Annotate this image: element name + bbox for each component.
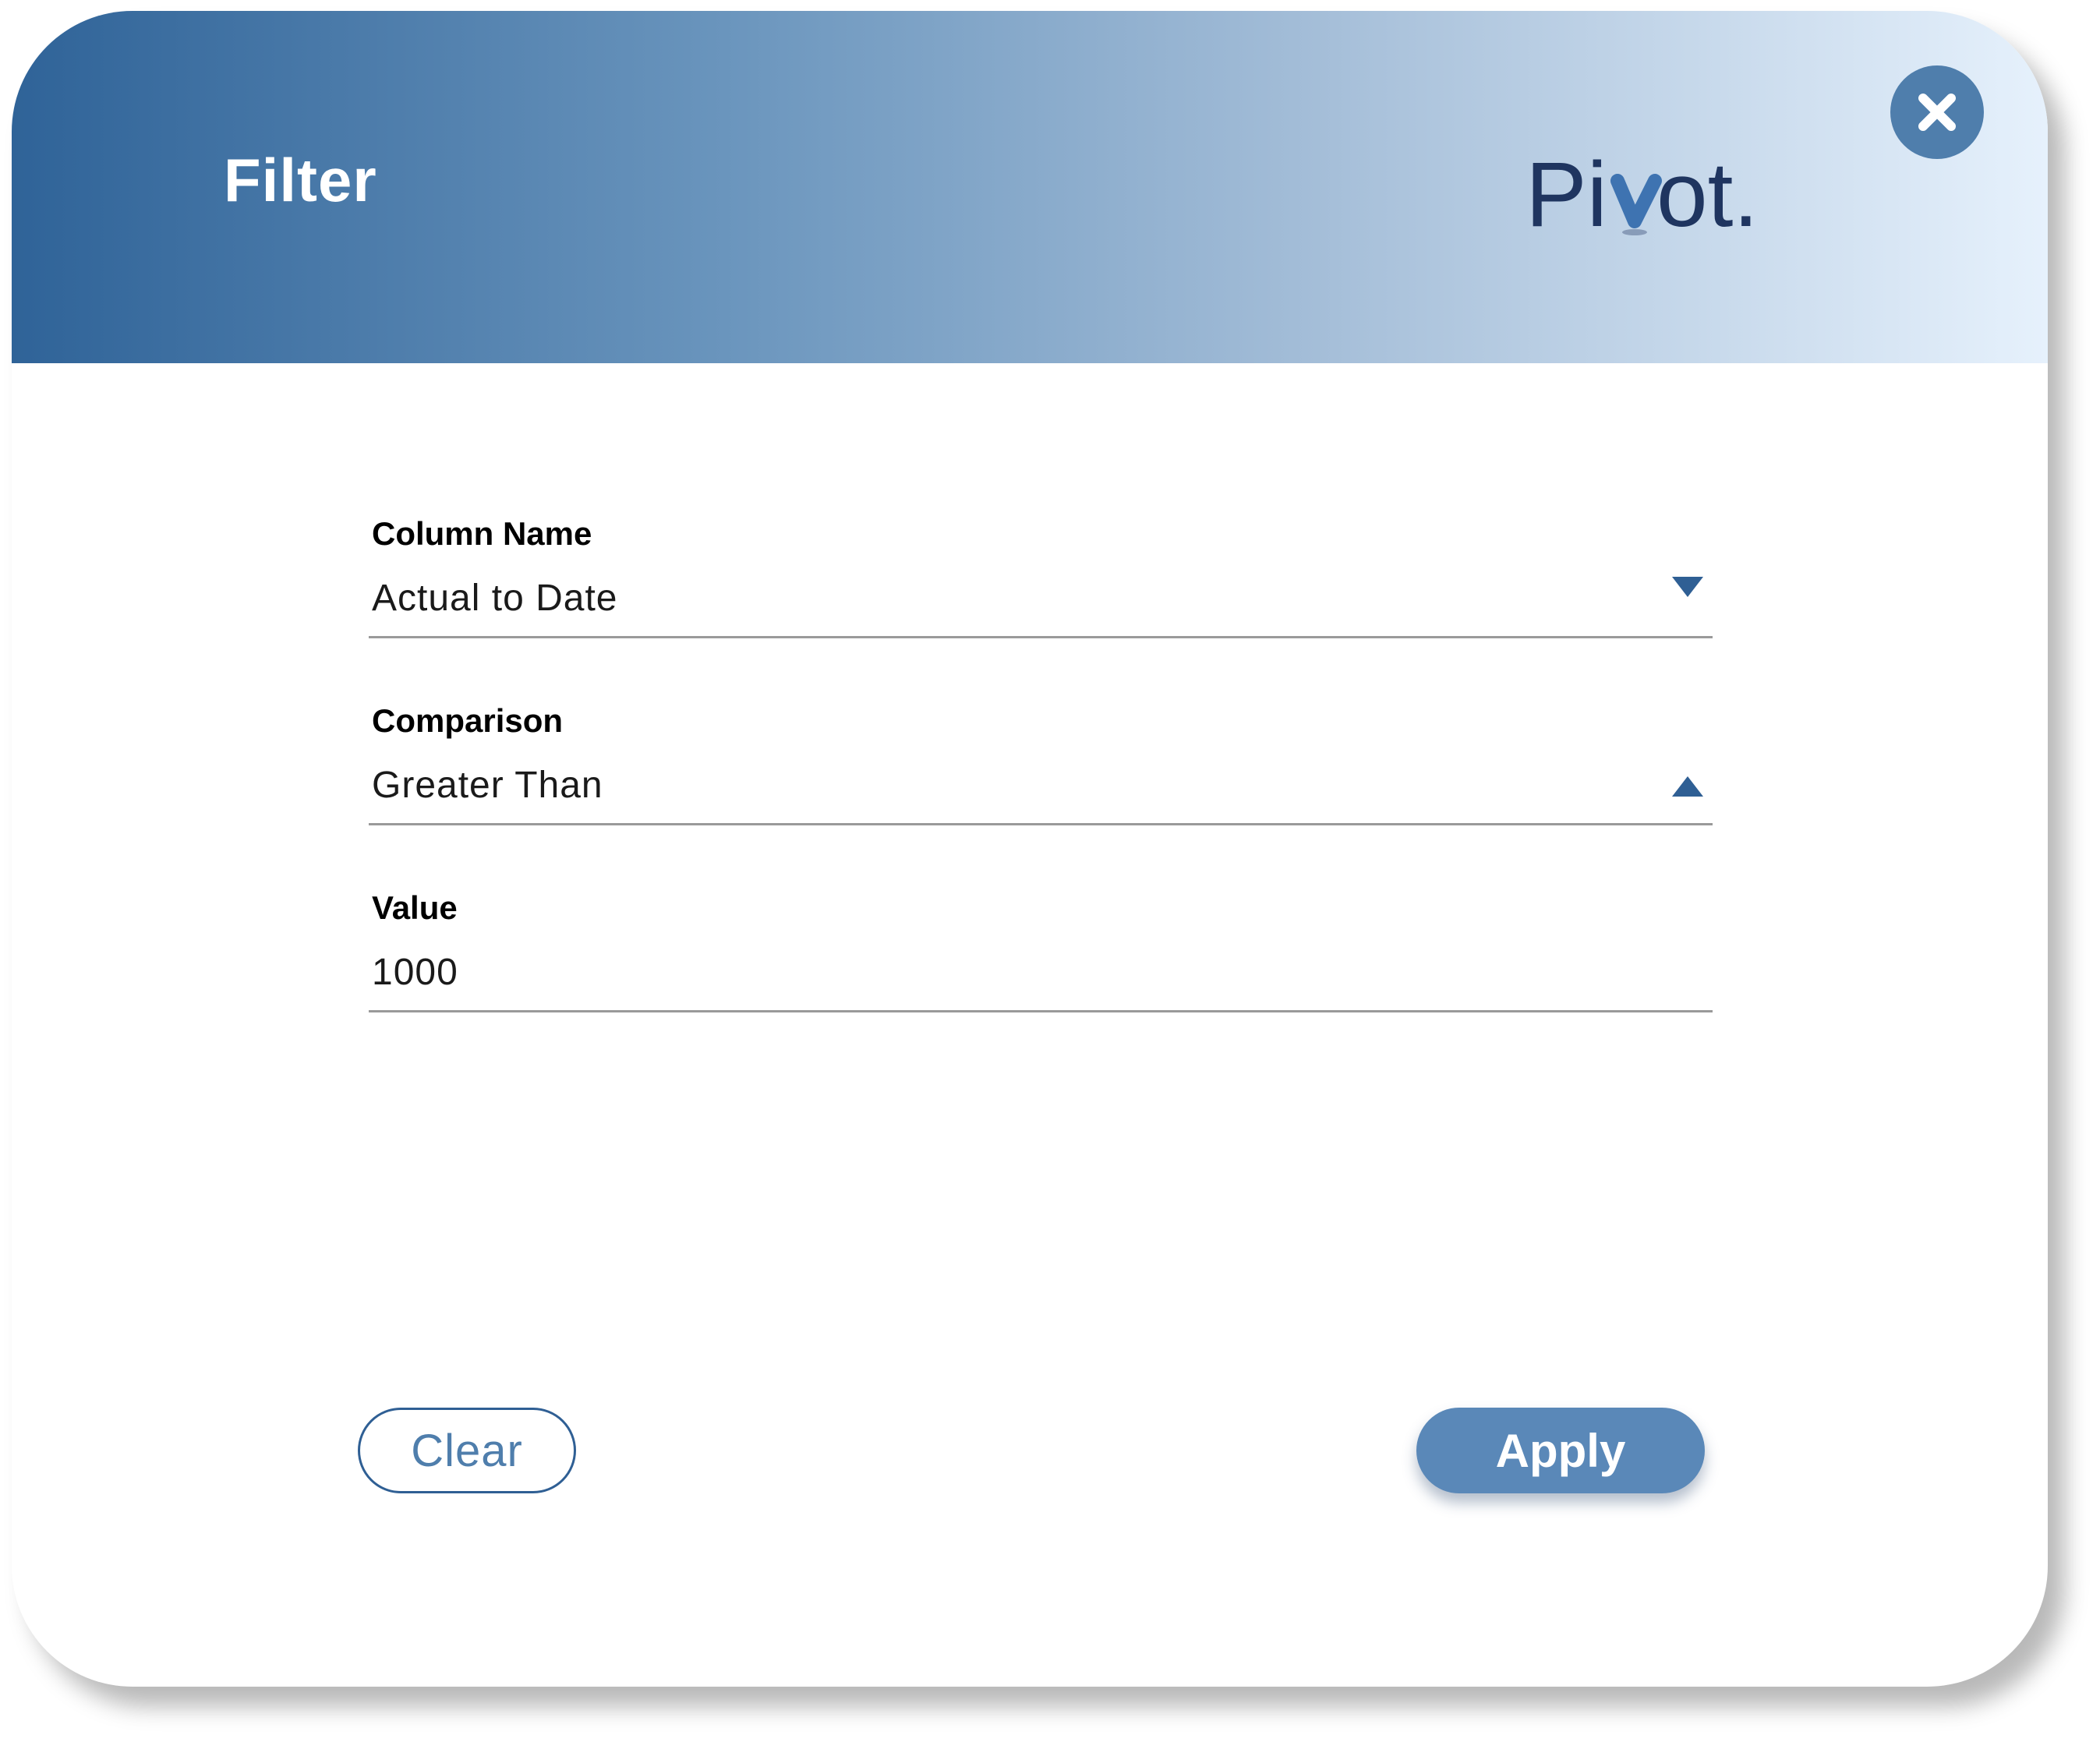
value-label: Value xyxy=(372,889,458,926)
filter-dialog: Filter Pi ot. Column Name Actual to Date xyxy=(12,11,2048,1687)
caret-up-icon[interactable] xyxy=(1670,773,1705,800)
column-name-label: Column Name xyxy=(372,515,592,552)
apply-button[interactable]: Apply xyxy=(1416,1408,1705,1493)
column-name-underline xyxy=(369,636,1713,638)
value-input[interactable]: 1000 xyxy=(372,954,458,991)
comparison-underline xyxy=(369,823,1713,825)
column-name-select[interactable]: Actual to Date xyxy=(372,580,618,617)
logo-text-part1: Pi xyxy=(1526,143,1607,243)
close-icon xyxy=(1918,94,1956,131)
comparison-label: Comparison xyxy=(372,702,564,739)
comparison-select[interactable]: Greater Than xyxy=(372,767,603,804)
clear-button[interactable]: Clear xyxy=(358,1408,576,1493)
caret-down-icon[interactable] xyxy=(1670,574,1705,600)
logo-text-part2: ot. xyxy=(1656,143,1759,243)
value-underline xyxy=(369,1010,1713,1012)
close-button[interactable] xyxy=(1890,65,1984,159)
dialog-title: Filter xyxy=(224,146,377,214)
dialog-header: Filter Pi ot. xyxy=(12,11,2048,363)
pivot-logo: Pi ot. xyxy=(1526,134,1791,243)
